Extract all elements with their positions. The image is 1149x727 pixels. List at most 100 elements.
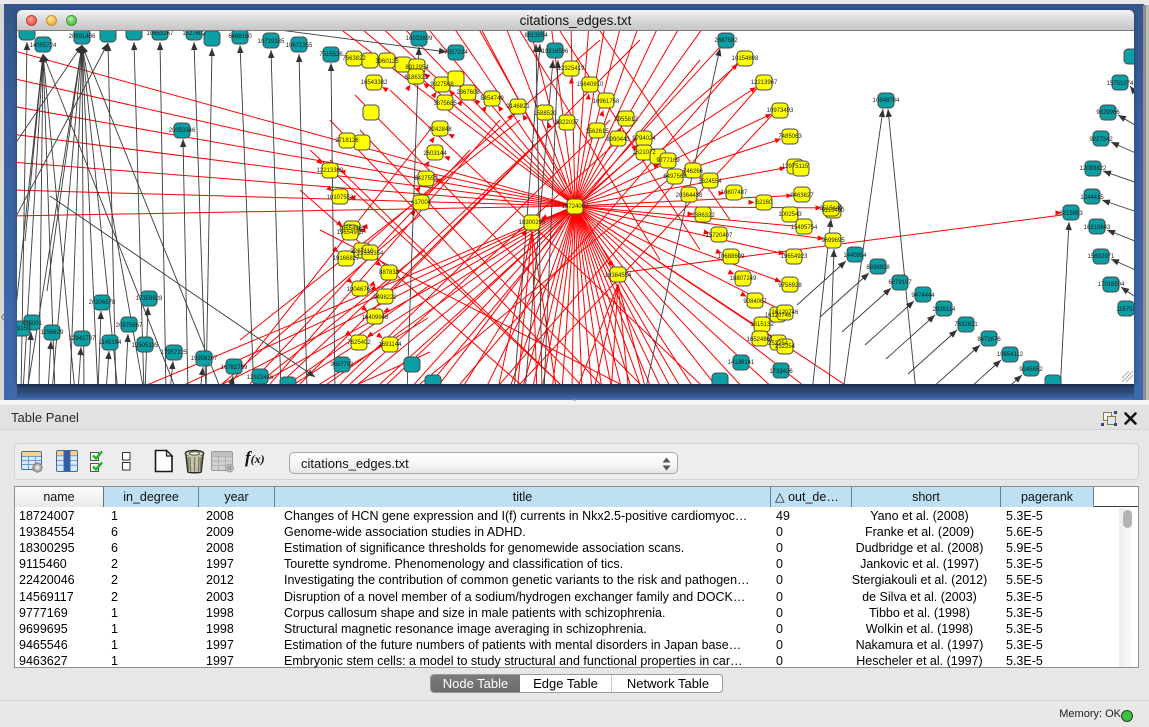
- svg-text:16409948: 16409948: [362, 315, 389, 321]
- svg-text:19654923: 19654923: [781, 254, 808, 260]
- svg-text:116753: 116753: [1116, 307, 1134, 313]
- svg-text:10154808: 10154808: [732, 56, 759, 62]
- svg-text:1733426: 1733426: [769, 369, 793, 375]
- svg-text:10973493: 10973493: [767, 108, 794, 114]
- svg-text:8813054: 8813054: [524, 33, 548, 39]
- svg-text:16120746: 16120746: [772, 310, 799, 316]
- svg-text:1691144: 1691144: [379, 342, 403, 348]
- svg-text:10688609: 10688609: [718, 254, 745, 260]
- svg-text:10807487: 10807487: [721, 190, 748, 196]
- svg-text:8322037: 8322037: [555, 120, 579, 126]
- svg-text:14136141: 14136141: [728, 360, 755, 366]
- svg-text:1588520: 1588520: [533, 111, 557, 117]
- svg-text:19384554: 19384554: [605, 273, 632, 279]
- svg-text:417004: 417004: [411, 200, 432, 206]
- svg-text:39159: 39159: [17, 326, 31, 332]
- svg-text:20975867: 20975867: [116, 323, 143, 329]
- svg-text:7515526: 7515526: [319, 52, 343, 58]
- svg-text:9756928: 9756928: [778, 283, 802, 289]
- svg-text:17957225: 17957225: [161, 350, 188, 356]
- svg-text:16033809: 16033809: [406, 36, 433, 42]
- svg-text:10719185: 10719185: [258, 39, 285, 45]
- svg-text:1244415: 1244415: [1080, 195, 1104, 201]
- svg-text:1002543: 1002543: [778, 212, 802, 218]
- svg-text:9657791: 9657791: [330, 362, 354, 368]
- svg-text:8938928: 8938928: [866, 265, 890, 271]
- svg-text:8912954: 8912954: [405, 65, 429, 71]
- svg-text:10046768: 10046768: [347, 287, 374, 293]
- svg-text:7663822: 7663822: [342, 56, 366, 62]
- svg-text:8215953: 8215953: [1059, 211, 1083, 217]
- svg-text:8454749: 8454749: [480, 96, 504, 102]
- svg-text:9498222: 9498222: [373, 295, 397, 301]
- svg-text:10653267: 10653267: [147, 31, 174, 37]
- svg-text:12213967: 12213967: [751, 80, 778, 86]
- svg-text:10961758: 10961758: [593, 99, 620, 105]
- svg-text:8990443: 8990443: [606, 137, 630, 143]
- svg-text:12325419: 12325419: [558, 66, 585, 72]
- svg-text:19218596: 19218596: [542, 49, 569, 55]
- svg-text:17016504: 17016504: [1098, 282, 1125, 288]
- svg-text:15692971: 15692971: [1088, 254, 1115, 260]
- svg-text:12942737: 12942737: [69, 336, 96, 342]
- svg-text:18724007: 18724007: [562, 204, 589, 210]
- svg-text:2718126: 2718126: [335, 138, 359, 144]
- svg-text:9777169: 9777169: [656, 158, 680, 164]
- svg-text:9245652: 9245652: [1019, 367, 1043, 373]
- svg-text:2386322: 2386322: [691, 213, 715, 219]
- svg-text:3960125: 3960125: [375, 59, 399, 65]
- svg-text:7625402: 7625402: [347, 340, 371, 346]
- svg-text:6879197: 6879197: [888, 280, 912, 286]
- svg-text:1621072: 1621072: [632, 150, 656, 156]
- svg-text:9146821: 9146821: [506, 104, 530, 110]
- svg-text:9474444: 9474444: [911, 293, 935, 299]
- svg-text:9242848: 9242848: [428, 127, 452, 133]
- svg-text:7357224: 7357224: [444, 50, 468, 56]
- svg-text:2867608: 2867608: [456, 90, 480, 96]
- svg-text:20206578: 20206578: [89, 300, 116, 306]
- svg-text:6497568: 6497568: [663, 174, 687, 180]
- svg-text:18300295: 18300295: [519, 220, 546, 226]
- svg-text:10648784: 10648784: [873, 98, 900, 104]
- svg-text:16782759: 16782759: [221, 365, 248, 371]
- svg-text:62160: 62160: [756, 200, 773, 206]
- svg-text:1615132: 1615132: [750, 322, 774, 328]
- svg-text:15751074: 15751074: [1107, 81, 1134, 87]
- svg-text:1562615: 1562615: [585, 129, 609, 135]
- svg-text:20691406: 20691406: [69, 34, 96, 40]
- svg-text:8186323: 8186323: [404, 75, 428, 81]
- svg-text:14055724: 14055724: [30, 43, 57, 49]
- svg-text:9463627: 9463627: [790, 193, 814, 199]
- svg-text:12923446: 12923446: [247, 375, 274, 381]
- svg-text:16210643: 16210643: [1084, 225, 1111, 231]
- svg-text:17359928: 17359928: [136, 296, 163, 302]
- svg-text:8427552: 8427552: [414, 176, 438, 182]
- svg-text:9329966: 9329966: [1096, 110, 1120, 116]
- svg-text:8471676: 8471676: [977, 337, 1001, 343]
- svg-text:10671355: 10671355: [286, 43, 313, 49]
- svg-text:3624554: 3624554: [698, 179, 722, 185]
- svg-text:12093822: 12093822: [1080, 166, 1107, 172]
- svg-text:2935114: 2935114: [933, 307, 957, 313]
- svg-text:20053346: 20053346: [169, 128, 196, 134]
- svg-text:9327508: 9327508: [430, 82, 454, 88]
- svg-text:3875685: 3875685: [433, 101, 457, 107]
- svg-text:9227342: 9227342: [1089, 137, 1113, 143]
- svg-text:16543382: 16543382: [361, 80, 388, 86]
- svg-text:18807249: 18807249: [730, 276, 757, 282]
- svg-text:13535354: 13535354: [357, 251, 384, 257]
- svg-text:6466160: 6466160: [228, 34, 252, 40]
- svg-text:12213369: 12213369: [317, 168, 344, 174]
- svg-text:1527602: 1527602: [182, 31, 206, 37]
- svg-text:15640910: 15640910: [577, 82, 604, 88]
- svg-text:7485063: 7485063: [778, 134, 802, 140]
- svg-text:1156829: 1156829: [41, 330, 65, 336]
- svg-text:15495754: 15495754: [791, 225, 818, 231]
- svg-text:12505135: 12505135: [132, 343, 159, 349]
- svg-text:2603144: 2603144: [423, 151, 447, 157]
- svg-text:9794024: 9794024: [632, 136, 656, 142]
- svg-text:252254: 252254: [775, 344, 796, 350]
- svg-text:12975115: 12975115: [782, 164, 809, 170]
- svg-text:10107553: 10107553: [327, 195, 354, 201]
- svg-text:1440954: 1440954: [843, 253, 867, 259]
